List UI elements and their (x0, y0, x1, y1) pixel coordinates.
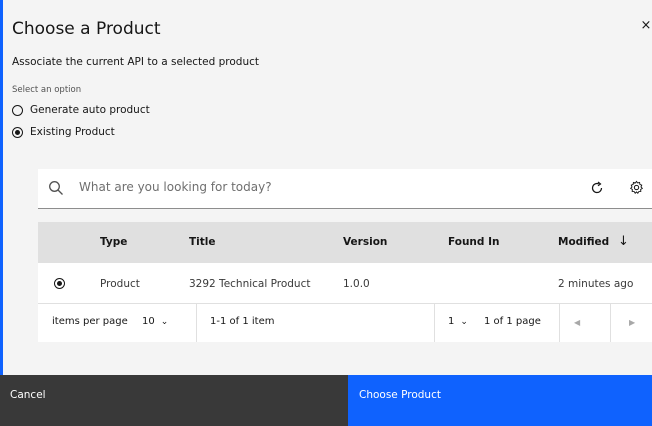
items-per-page-select[interactable]: 10 ⌄ (142, 316, 168, 327)
radio-existing-product[interactable]: Existing Product (12, 126, 115, 138)
next-page-icon[interactable]: ▶ (629, 318, 635, 327)
column-found-in[interactable]: Found In (448, 236, 499, 248)
select-option-label: Select an option (12, 85, 82, 95)
table-header: Type Title Version Found In Modified ↓ (38, 222, 652, 263)
close-icon[interactable]: × (640, 18, 652, 33)
column-modified[interactable]: Modified (558, 236, 609, 248)
choose-product-modal: Choose a Product × Associate the current… (0, 0, 652, 426)
cell-type: Product (100, 278, 140, 290)
modal-subtitle: Associate the current API to a selected … (12, 56, 260, 68)
pagination-bar: items per page 10 ⌄ 1-1 of 1 item 1 ⌄ 1 of… (38, 304, 652, 342)
cell-modified: 2 minutes ago (558, 278, 634, 290)
row-radio-checked-icon[interactable] (54, 278, 65, 289)
sort-arrow-icon[interactable]: ↓ (618, 234, 629, 249)
divider (434, 304, 435, 342)
modal-footer: Cancel Choose Product (0, 375, 652, 426)
choose-product-button[interactable]: Choose Product (348, 375, 652, 426)
items-per-page-label: items per page (52, 316, 128, 327)
previous-page-icon[interactable]: ◀ (574, 318, 580, 327)
radio-button-checked-icon[interactable] (12, 126, 23, 138)
products-table: Type Title Version Found In Modified ↓ P… (38, 222, 652, 342)
search-icon (49, 181, 63, 195)
radio-button-icon[interactable] (12, 104, 23, 116)
refresh-icon[interactable] (590, 181, 604, 195)
cell-version: 1.0.0 (343, 278, 370, 290)
radio-generate-auto-product[interactable]: Generate auto product (12, 104, 150, 116)
cancel-button[interactable]: Cancel (0, 375, 348, 426)
radio-label: Existing Product (30, 126, 115, 138)
modal-title: Choose a Product (12, 19, 161, 39)
divider (610, 304, 611, 342)
chevron-down-icon: ⌄ (460, 317, 468, 327)
page-select[interactable]: 1 ⌄ (448, 316, 468, 327)
cell-title: 3292 Technical Product (189, 278, 311, 290)
column-version[interactable]: Version (343, 236, 387, 248)
page-value: 1 (448, 316, 455, 327)
items-per-page-value: 10 (142, 316, 155, 327)
search-input[interactable] (77, 179, 561, 195)
pagination-range: 1-1 of 1 item (210, 316, 275, 327)
divider (559, 304, 560, 342)
search-bar (38, 169, 652, 209)
table-row[interactable]: Product 3292 Technical Product 1.0.0 2 m… (38, 263, 652, 304)
divider (196, 304, 197, 342)
gear-icon[interactable] (629, 180, 644, 195)
chevron-down-icon: ⌄ (160, 317, 169, 327)
radio-label: Generate auto product (30, 104, 150, 116)
column-type[interactable]: Type (100, 236, 127, 248)
page-of-label: 1 of 1 page (484, 316, 541, 327)
column-title[interactable]: Title (189, 236, 216, 248)
